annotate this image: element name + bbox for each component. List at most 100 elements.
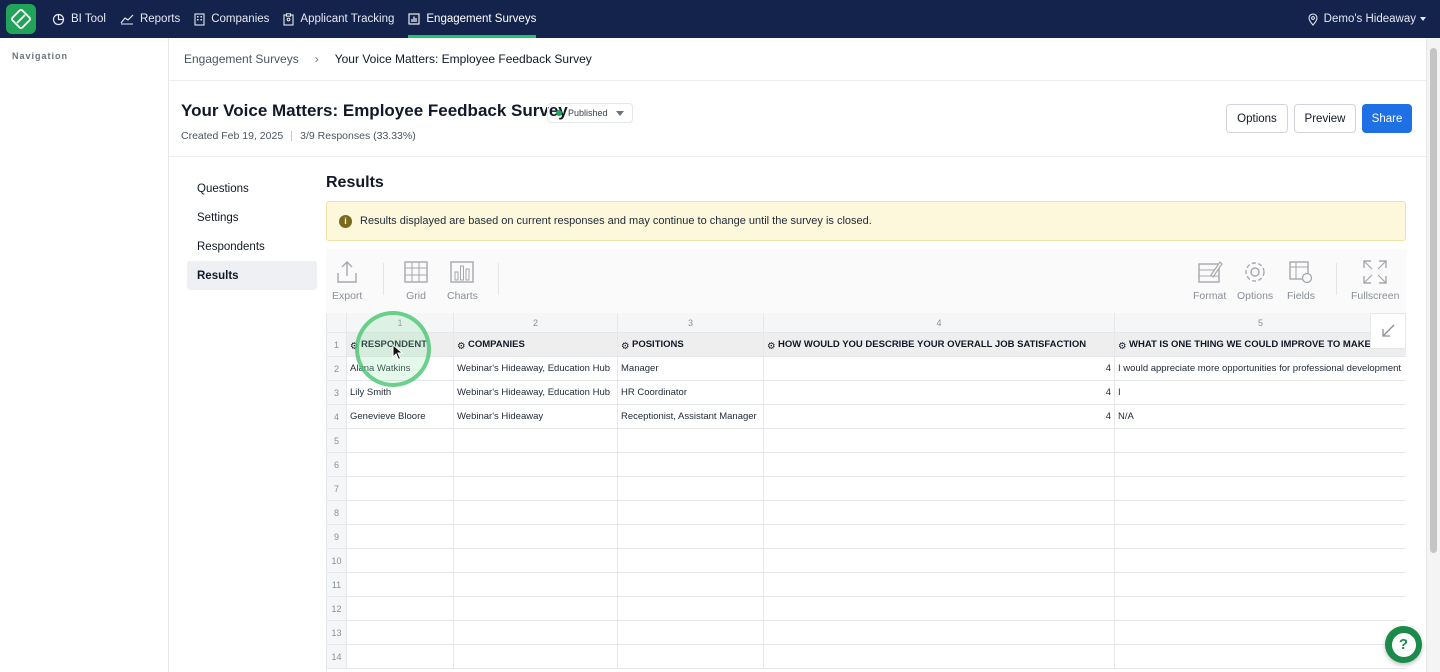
table-cell[interactable]: Genevieve Bloore bbox=[347, 405, 454, 429]
header-job-satisfaction[interactable]: ⚙ HOW WOULD YOU DESCRIBE YOUR OVERALL JOB… bbox=[764, 333, 1115, 357]
table-cell[interactable] bbox=[618, 477, 764, 501]
table-cell[interactable] bbox=[618, 453, 764, 477]
table-cell[interactable]: HR Coordinator bbox=[618, 381, 764, 405]
row-number[interactable]: 11 bbox=[327, 573, 347, 597]
table-cell[interactable]: I bbox=[1115, 381, 1406, 405]
export-button[interactable]: Export bbox=[332, 259, 362, 302]
table-cell[interactable] bbox=[454, 525, 618, 549]
table-cell[interactable] bbox=[764, 429, 1115, 453]
row-number[interactable]: 14 bbox=[327, 645, 347, 669]
row-number[interactable]: 10 bbox=[327, 549, 347, 573]
table-cell[interactable]: Webinar's Hideaway bbox=[454, 405, 618, 429]
subnav-item-questions[interactable]: Questions bbox=[187, 174, 317, 203]
collapse-toolbar-button[interactable] bbox=[1370, 313, 1406, 349]
table-cell[interactable] bbox=[1115, 573, 1406, 597]
row-number[interactable]: 13 bbox=[327, 621, 347, 645]
table-cell[interactable] bbox=[347, 645, 454, 669]
table-cell[interactable]: N/A bbox=[1115, 405, 1406, 429]
table-cell[interactable]: I would appreciate more opportunities fo… bbox=[1115, 357, 1406, 381]
table-cell[interactable] bbox=[1115, 597, 1406, 621]
nav-item-engagement-surveys[interactable]: Engagement Surveys bbox=[408, 0, 536, 38]
options-button[interactable]: Options bbox=[1226, 104, 1288, 133]
column-number[interactable]: 3 bbox=[618, 313, 764, 333]
breadcrumb-parent-link[interactable]: Engagement Surveys bbox=[184, 52, 299, 66]
table-cell[interactable] bbox=[1115, 525, 1406, 549]
subnav-item-settings[interactable]: Settings bbox=[187, 203, 317, 232]
gear-icon[interactable]: ⚙ bbox=[767, 341, 776, 352]
table-cell[interactable] bbox=[1115, 621, 1406, 645]
table-cell[interactable] bbox=[347, 525, 454, 549]
grid-button[interactable]: Grid bbox=[403, 259, 429, 302]
table-cell[interactable] bbox=[454, 573, 618, 597]
table-cell[interactable] bbox=[618, 549, 764, 573]
gear-icon[interactable]: ⚙ bbox=[621, 341, 630, 352]
table-cell[interactable] bbox=[454, 429, 618, 453]
header-companies[interactable]: ⚙ COMPANIES bbox=[454, 333, 618, 357]
nav-item-bi-tool[interactable]: BI Tool bbox=[52, 0, 106, 38]
table-cell[interactable] bbox=[764, 525, 1115, 549]
help-button[interactable]: ? bbox=[1385, 626, 1422, 663]
table-cell[interactable] bbox=[618, 645, 764, 669]
table-cell[interactable] bbox=[1115, 453, 1406, 477]
table-cell[interactable]: Webinar's Hideaway, Education Hub bbox=[454, 357, 618, 381]
fullscreen-button[interactable]: Fullscreen bbox=[1351, 259, 1399, 302]
table-cell[interactable] bbox=[347, 549, 454, 573]
table-cell[interactable] bbox=[764, 597, 1115, 621]
table-cell[interactable] bbox=[454, 477, 618, 501]
column-number[interactable]: 4 bbox=[764, 313, 1115, 333]
table-cell[interactable] bbox=[618, 525, 764, 549]
table-cell[interactable] bbox=[1115, 549, 1406, 573]
row-number[interactable]: 7 bbox=[327, 477, 347, 501]
gear-icon[interactable]: ⚙ bbox=[457, 341, 466, 352]
row-number[interactable]: 5 bbox=[327, 429, 347, 453]
row-number[interactable]: 12 bbox=[327, 597, 347, 621]
status-dropdown[interactable]: Published bbox=[547, 103, 633, 123]
table-cell[interactable] bbox=[347, 429, 454, 453]
table-cell[interactable]: Receptionist, Assistant Manager bbox=[618, 405, 764, 429]
options-tool-button[interactable]: Options bbox=[1237, 259, 1273, 302]
table-cell[interactable] bbox=[454, 645, 618, 669]
table-cell[interactable] bbox=[1115, 477, 1406, 501]
table-cell[interactable] bbox=[347, 453, 454, 477]
table-cell[interactable] bbox=[618, 597, 764, 621]
row-number[interactable]: 8 bbox=[327, 501, 347, 525]
table-cell[interactable] bbox=[454, 501, 618, 525]
table-cell[interactable]: 4 bbox=[764, 405, 1115, 429]
table-cell[interactable] bbox=[764, 645, 1115, 669]
table-cell[interactable] bbox=[764, 549, 1115, 573]
table-cell[interactable] bbox=[1115, 501, 1406, 525]
fields-button[interactable]: Fields bbox=[1287, 259, 1315, 302]
nav-item-reports[interactable]: Reports bbox=[120, 0, 180, 38]
scrollbar-thumb[interactable] bbox=[1430, 48, 1437, 553]
share-button[interactable]: Share bbox=[1362, 104, 1412, 133]
nav-item-companies[interactable]: Companies bbox=[194, 0, 269, 38]
table-cell[interactable] bbox=[347, 621, 454, 645]
table-cell[interactable]: Manager bbox=[618, 357, 764, 381]
table-cell[interactable] bbox=[618, 573, 764, 597]
charts-button[interactable]: Charts bbox=[447, 259, 478, 302]
table-cell[interactable] bbox=[764, 621, 1115, 645]
table-cell[interactable] bbox=[764, 501, 1115, 525]
header-improvement[interactable]: ⚙ WHAT IS ONE THING WE COULD IMPROVE TO M… bbox=[1115, 333, 1406, 357]
table-cell[interactable] bbox=[454, 621, 618, 645]
table-cell[interactable] bbox=[454, 549, 618, 573]
row-number[interactable]: 9 bbox=[327, 525, 347, 549]
location-selector[interactable]: Demo's Hideaway bbox=[1308, 0, 1426, 38]
table-cell[interactable] bbox=[618, 621, 764, 645]
table-cell[interactable] bbox=[764, 477, 1115, 501]
format-button[interactable]: Format bbox=[1193, 259, 1226, 302]
row-number[interactable]: 1 bbox=[327, 333, 347, 357]
table-cell[interactable] bbox=[347, 573, 454, 597]
row-number[interactable]: 3 bbox=[327, 381, 347, 405]
table-cell[interactable]: Webinar's Hideaway, Education Hub bbox=[454, 381, 618, 405]
table-cell[interactable]: 4 bbox=[764, 381, 1115, 405]
table-cell[interactable] bbox=[454, 453, 618, 477]
row-number[interactable]: 4 bbox=[327, 405, 347, 429]
table-cell[interactable] bbox=[454, 597, 618, 621]
header-positions[interactable]: ⚙ POSITIONS bbox=[618, 333, 764, 357]
table-cell[interactable]: 4 bbox=[764, 357, 1115, 381]
table-cell[interactable] bbox=[764, 573, 1115, 597]
table-cell[interactable] bbox=[1115, 429, 1406, 453]
subnav-item-results[interactable]: Results bbox=[187, 261, 317, 290]
column-number[interactable]: 2 bbox=[454, 313, 618, 333]
